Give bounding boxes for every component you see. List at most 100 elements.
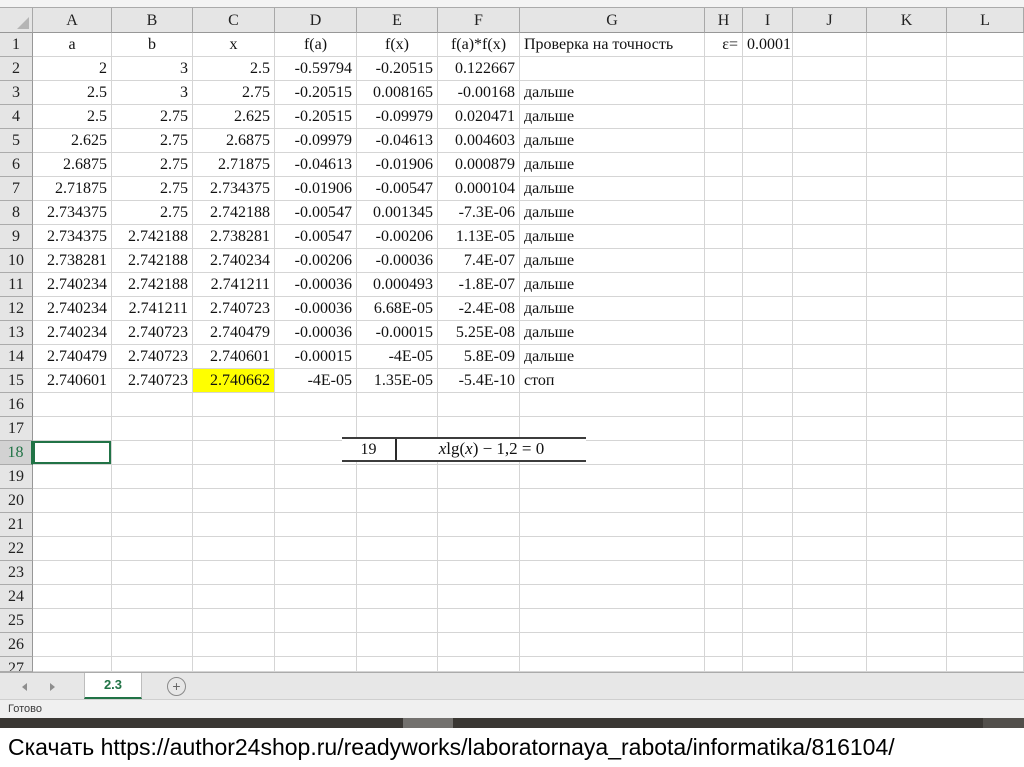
- cell-H11[interactable]: [705, 273, 743, 297]
- cell-C5[interactable]: 2.6875: [193, 129, 275, 153]
- cell-L27[interactable]: [947, 657, 1024, 672]
- cell-I4[interactable]: [743, 105, 793, 129]
- column-header-C[interactable]: C: [193, 8, 275, 33]
- cell-I15[interactable]: [743, 369, 793, 393]
- cell-E1[interactable]: f(x): [357, 33, 438, 57]
- cell-F16[interactable]: [438, 393, 520, 417]
- row-header-9[interactable]: 9: [0, 225, 33, 249]
- cell-D1[interactable]: f(a): [275, 33, 357, 57]
- cell-A15[interactable]: 2.740601: [33, 369, 112, 393]
- cell-C22[interactable]: [193, 537, 275, 561]
- cell-H5[interactable]: [705, 129, 743, 153]
- cell-G1[interactable]: Проверка на точность: [520, 33, 705, 57]
- cell-C11[interactable]: 2.741211: [193, 273, 275, 297]
- tab-scroll-right-icon[interactable]: [50, 683, 55, 691]
- cell-B13[interactable]: 2.740723: [112, 321, 193, 345]
- cell-I17[interactable]: [743, 417, 793, 441]
- cell-A11[interactable]: 2.740234: [33, 273, 112, 297]
- cell-J23[interactable]: [793, 561, 867, 585]
- cell-L14[interactable]: [947, 345, 1024, 369]
- cell-G19[interactable]: [520, 465, 705, 489]
- cell-J22[interactable]: [793, 537, 867, 561]
- row-header-25[interactable]: 25: [0, 609, 33, 633]
- cell-K18[interactable]: [867, 441, 947, 465]
- cell-L17[interactable]: [947, 417, 1024, 441]
- cell-C10[interactable]: 2.740234: [193, 249, 275, 273]
- cell-L5[interactable]: [947, 129, 1024, 153]
- cell-E5[interactable]: -0.04613: [357, 129, 438, 153]
- cell-L16[interactable]: [947, 393, 1024, 417]
- cell-K26[interactable]: [867, 633, 947, 657]
- cell-K6[interactable]: [867, 153, 947, 177]
- cell-K21[interactable]: [867, 513, 947, 537]
- cell-E7[interactable]: -0.00547: [357, 177, 438, 201]
- cell-C2[interactable]: 2.5: [193, 57, 275, 81]
- cell-B26[interactable]: [112, 633, 193, 657]
- row-header-18[interactable]: 18: [0, 441, 33, 465]
- cell-B14[interactable]: 2.740723: [112, 345, 193, 369]
- cell-D25[interactable]: [275, 609, 357, 633]
- cell-F27[interactable]: [438, 657, 520, 672]
- cell-J26[interactable]: [793, 633, 867, 657]
- cell-F24[interactable]: [438, 585, 520, 609]
- cell-C7[interactable]: 2.734375: [193, 177, 275, 201]
- cell-I3[interactable]: [743, 81, 793, 105]
- cell-H24[interactable]: [705, 585, 743, 609]
- cell-G20[interactable]: [520, 489, 705, 513]
- cell-L19[interactable]: [947, 465, 1024, 489]
- cell-A24[interactable]: [33, 585, 112, 609]
- cell-F19[interactable]: [438, 465, 520, 489]
- cell-D9[interactable]: -0.00547: [275, 225, 357, 249]
- cell-L23[interactable]: [947, 561, 1024, 585]
- cell-D10[interactable]: -0.00206: [275, 249, 357, 273]
- cell-A19[interactable]: [33, 465, 112, 489]
- cell-L4[interactable]: [947, 105, 1024, 129]
- cell-C4[interactable]: 2.625: [193, 105, 275, 129]
- cell-C14[interactable]: 2.740601: [193, 345, 275, 369]
- cell-E13[interactable]: -0.00015: [357, 321, 438, 345]
- row-header-19[interactable]: 19: [0, 465, 33, 489]
- cell-I23[interactable]: [743, 561, 793, 585]
- column-header-I[interactable]: I: [743, 8, 793, 33]
- cell-F1[interactable]: f(a)*f(x): [438, 33, 520, 57]
- cell-G22[interactable]: [520, 537, 705, 561]
- cell-H15[interactable]: [705, 369, 743, 393]
- cell-F5[interactable]: 0.004603: [438, 129, 520, 153]
- cell-H13[interactable]: [705, 321, 743, 345]
- cell-D14[interactable]: -0.00015: [275, 345, 357, 369]
- cell-D8[interactable]: -0.00547: [275, 201, 357, 225]
- row-header-8[interactable]: 8: [0, 201, 33, 225]
- cell-B11[interactable]: 2.742188: [112, 273, 193, 297]
- cell-D19[interactable]: [275, 465, 357, 489]
- cell-J15[interactable]: [793, 369, 867, 393]
- cell-D23[interactable]: [275, 561, 357, 585]
- cell-G11[interactable]: дальше: [520, 273, 705, 297]
- cell-K24[interactable]: [867, 585, 947, 609]
- cell-B15[interactable]: 2.740723: [112, 369, 193, 393]
- cell-G8[interactable]: дальше: [520, 201, 705, 225]
- column-header-L[interactable]: L: [947, 8, 1024, 33]
- cell-D13[interactable]: -0.00036: [275, 321, 357, 345]
- cell-C17[interactable]: [193, 417, 275, 441]
- cell-J25[interactable]: [793, 609, 867, 633]
- row-header-16[interactable]: 16: [0, 393, 33, 417]
- cell-D11[interactable]: -0.00036: [275, 273, 357, 297]
- cell-C21[interactable]: [193, 513, 275, 537]
- cell-E6[interactable]: -0.01906: [357, 153, 438, 177]
- cell-K1[interactable]: [867, 33, 947, 57]
- cell-A23[interactable]: [33, 561, 112, 585]
- row-header-26[interactable]: 26: [0, 633, 33, 657]
- cell-A2[interactable]: 2: [33, 57, 112, 81]
- cell-I22[interactable]: [743, 537, 793, 561]
- cell-B10[interactable]: 2.742188: [112, 249, 193, 273]
- cell-H3[interactable]: [705, 81, 743, 105]
- cell-A6[interactable]: 2.6875: [33, 153, 112, 177]
- cell-B9[interactable]: 2.742188: [112, 225, 193, 249]
- row-header-27[interactable]: 27: [0, 657, 33, 672]
- cell-H1[interactable]: ε=: [705, 33, 743, 57]
- cell-D15[interactable]: -4E-05: [275, 369, 357, 393]
- cell-D7[interactable]: -0.01906: [275, 177, 357, 201]
- cell-F14[interactable]: 5.8E-09: [438, 345, 520, 369]
- cell-H16[interactable]: [705, 393, 743, 417]
- cell-C27[interactable]: [193, 657, 275, 672]
